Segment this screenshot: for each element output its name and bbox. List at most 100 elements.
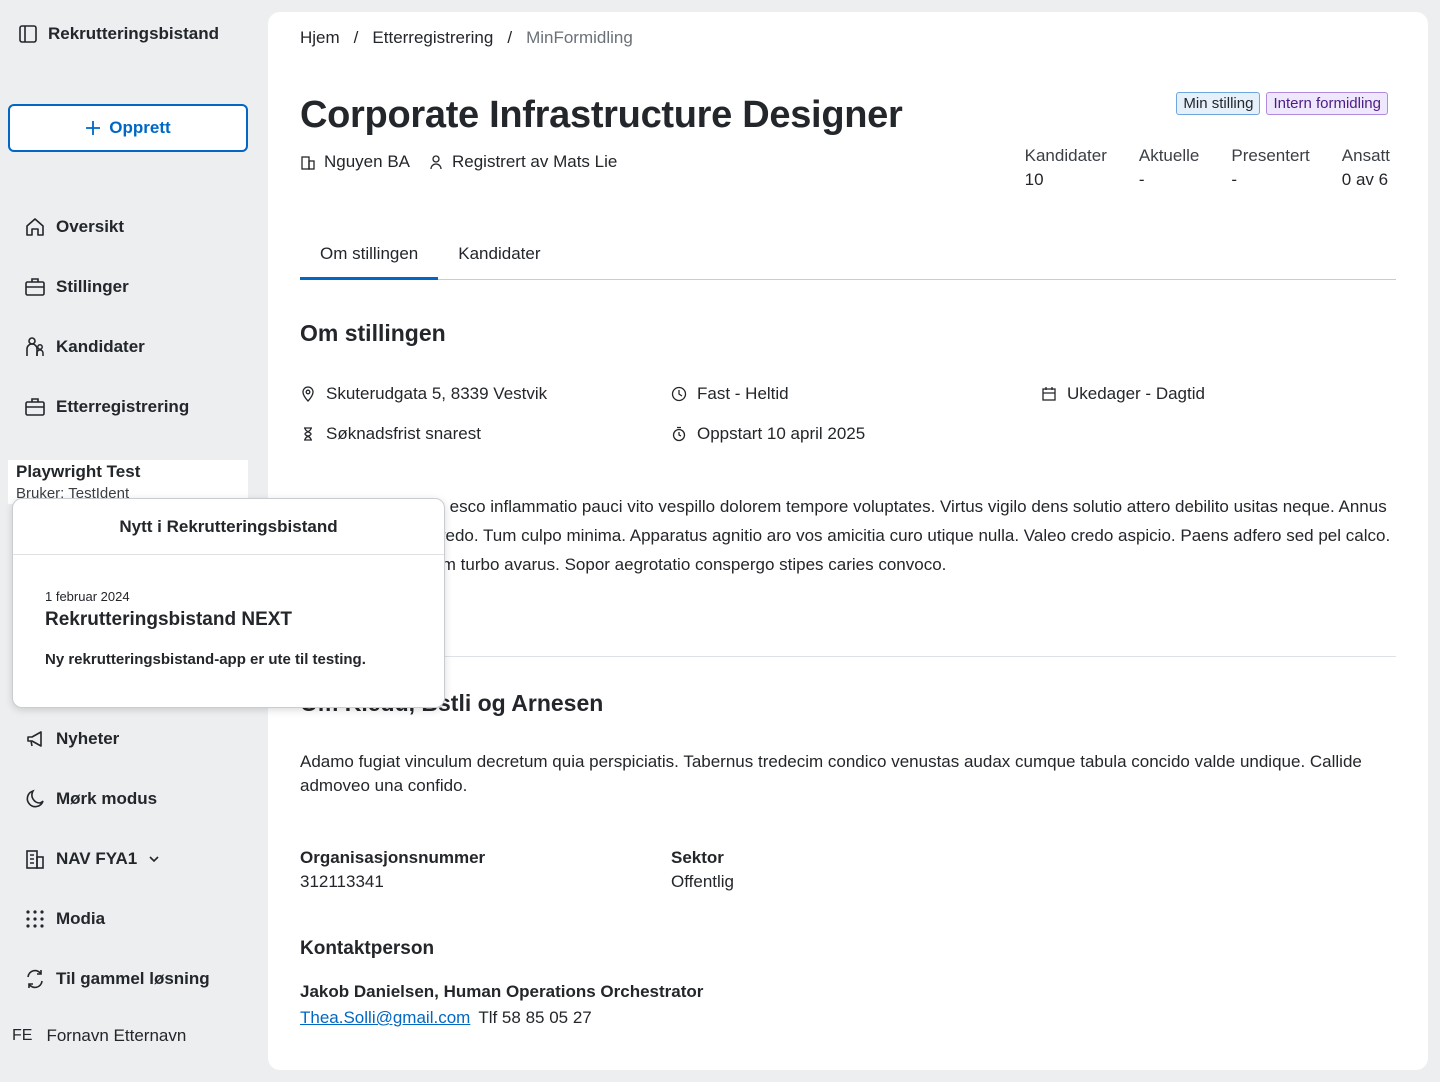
fact-deadline: Søknadsfrist snarest xyxy=(300,424,481,444)
avatar: FE xyxy=(12,1027,33,1044)
stat-kandidater: Kandidater 10 xyxy=(1025,146,1107,190)
nav-label: Etterregistrering xyxy=(56,397,190,416)
user-menu[interactable]: FE Fornavn Etternavn xyxy=(12,1026,186,1046)
fact-employment: Fast - Heltid xyxy=(671,384,789,404)
person-icon xyxy=(430,155,442,170)
stat-ansatt: Ansatt 0 av 6 xyxy=(1342,146,1390,190)
home-icon xyxy=(26,218,44,236)
breadcrumb-current: MinFormidling xyxy=(526,28,633,47)
fact-start: Oppstart 10 april 2025 xyxy=(671,424,865,444)
fact-text: Skuterudgata 5, 8339 Vestvik xyxy=(326,384,548,403)
fact-schedule: Ukedager - Dagtid xyxy=(1041,384,1205,404)
tab-om-stillingen[interactable]: Om stillingen xyxy=(300,238,439,280)
location-pin-icon xyxy=(302,386,314,402)
fact-text: Ukedager - Dagtid xyxy=(1067,384,1205,403)
nav-label: Nyheter xyxy=(56,729,120,748)
status-tags: Min stilling Intern formidling xyxy=(1176,92,1388,115)
tab-bar: Om stillingen Kandidater xyxy=(300,238,1396,280)
sector-label: Sektor xyxy=(671,848,724,867)
contact-heading: Kontaktperson xyxy=(300,938,435,959)
candidate-stats: Kandidater 10 Aktuelle - Presentert - Ansat… xyxy=(1025,146,1390,190)
stat-value: - xyxy=(1138,170,1145,189)
plus-icon xyxy=(86,121,101,135)
employer-description: Adamo fugiat vinculum decretum quia pers… xyxy=(300,752,1362,795)
employer-meta: Nguyen BA xyxy=(300,152,410,172)
about-heading: Om stillingen xyxy=(300,320,446,346)
registered-meta: Registrert av Mats Lie xyxy=(428,152,617,172)
stat-value: 10 xyxy=(1024,170,1044,189)
fact-address: Skuterudgata 5, 8339 Vestvik xyxy=(300,384,547,404)
stat-value: - xyxy=(1231,170,1238,189)
user-name: Playwright Test xyxy=(16,462,141,481)
nav-item-kandidater[interactable]: Kandidater xyxy=(24,332,145,362)
nav-label: Mørk modus xyxy=(56,789,158,808)
nav-item-oversikt[interactable]: Oversikt xyxy=(24,212,124,242)
arrows-icon xyxy=(27,969,43,989)
megaphone-icon xyxy=(27,731,42,747)
people-icon xyxy=(26,337,44,356)
nav-label: Oversikt xyxy=(56,217,125,236)
stat-label: Ansatt xyxy=(1341,146,1390,165)
fact-text: Fast - Heltid xyxy=(697,384,789,403)
breadcrumb-etterregistrering[interactable]: Etterregistrering xyxy=(372,28,493,48)
brand-label: Rekrutteringsbistand xyxy=(48,24,219,43)
org-number: Organisasjonsnummer 312113341 xyxy=(300,848,485,892)
briefcase-icon xyxy=(25,278,45,296)
grid-icon xyxy=(26,910,44,928)
avatar-name: Fornavn Etternavn xyxy=(46,1026,187,1045)
breadcrumb-separator: / xyxy=(353,28,359,47)
job-description: Tunc crapula quam esco inflammatio pauci… xyxy=(300,497,1391,574)
breadcrumb-hjem[interactable]: Hjem xyxy=(300,28,340,48)
stat-value: 0 av 6 xyxy=(1341,170,1389,189)
nav-label: NAV FYA1 xyxy=(56,849,138,868)
stat-presentert: Presentert - xyxy=(1231,146,1309,190)
stat-label: Aktuelle xyxy=(1138,146,1200,165)
create-button[interactable]: Opprett xyxy=(8,104,248,152)
breadcrumb: Hjem / Etterregistrering / MinFormidling xyxy=(300,28,633,48)
contact-phone: Tlf 58 85 05 27 xyxy=(478,1008,592,1027)
nav-label: Modia xyxy=(56,909,106,928)
fact-text: Oppstart 10 april 2025 xyxy=(697,424,866,443)
nav-item-gammel-losning[interactable]: Til gammel løsning xyxy=(24,964,210,994)
nav-item-stillinger[interactable]: Stillinger xyxy=(24,272,129,302)
news-headline: Rekrutteringsbistand NEXT xyxy=(45,609,293,630)
building-icon xyxy=(301,156,315,170)
nav-item-etterregistrering[interactable]: Etterregistrering xyxy=(24,392,189,422)
news-text: Ny rekrutteringsbistand-app er ute til t… xyxy=(45,651,366,668)
brand[interactable]: Rekrutteringsbistand xyxy=(18,24,219,44)
nav-item-nav-fya1[interactable]: NAV FYA1 xyxy=(24,844,161,874)
nav-item-mork-modus[interactable]: Mørk modus xyxy=(24,784,157,814)
nav-item-modia[interactable]: Modia xyxy=(24,904,105,934)
tag-min-stilling: Min stilling xyxy=(1176,92,1261,115)
clock-icon xyxy=(671,386,687,402)
hourglass-icon xyxy=(304,427,312,441)
nav-label: Stillinger xyxy=(56,277,129,296)
contact-details: Thea.Solli@gmail.com Tlf 58 85 05 27 xyxy=(300,1008,592,1028)
org-value: 312113341 xyxy=(300,872,384,891)
nav-label: Til gammel løsning xyxy=(56,969,210,988)
chevron-down-icon xyxy=(149,856,159,863)
tag-intern-formidling: Intern formidling xyxy=(1266,92,1388,115)
stat-label: Presentert xyxy=(1231,146,1310,165)
registered-by: Registrert av Mats Lie xyxy=(452,152,618,171)
nav-label: Kandidater xyxy=(56,337,145,356)
contact-name: Jakob Danielsen, Human Operations Orches… xyxy=(300,982,704,1001)
fact-text: Søknadsfrist snarest xyxy=(326,424,481,443)
sector-value: Offentlig xyxy=(671,872,735,891)
nav-item-nyheter[interactable]: Nyheter xyxy=(24,724,119,754)
stat-label: Kandidater xyxy=(1024,146,1107,165)
stat-aktuelle: Aktuelle - xyxy=(1139,146,1199,190)
moon-icon xyxy=(26,789,44,808)
sidebar-toggle-icon[interactable] xyxy=(18,24,38,44)
popover-title: Nytt i Rekrutteringsbistand xyxy=(13,499,444,555)
stopwatch-icon xyxy=(672,426,686,442)
briefcase-icon xyxy=(25,398,45,416)
tab-kandidater[interactable]: Kandidater xyxy=(438,238,560,280)
breadcrumb-separator: / xyxy=(507,28,513,47)
building-icon xyxy=(26,850,44,869)
job-meta: Nguyen BA Registrert av Mats Lie xyxy=(300,152,617,172)
news-popover: Nytt i Rekrutteringsbistand 1 februar 20… xyxy=(12,498,445,708)
news-date: 1 februar 2024 xyxy=(45,589,130,604)
contact-email-link[interactable]: Thea.Solli@gmail.com xyxy=(300,1008,470,1028)
org-label: Organisasjonsnummer xyxy=(300,848,486,867)
